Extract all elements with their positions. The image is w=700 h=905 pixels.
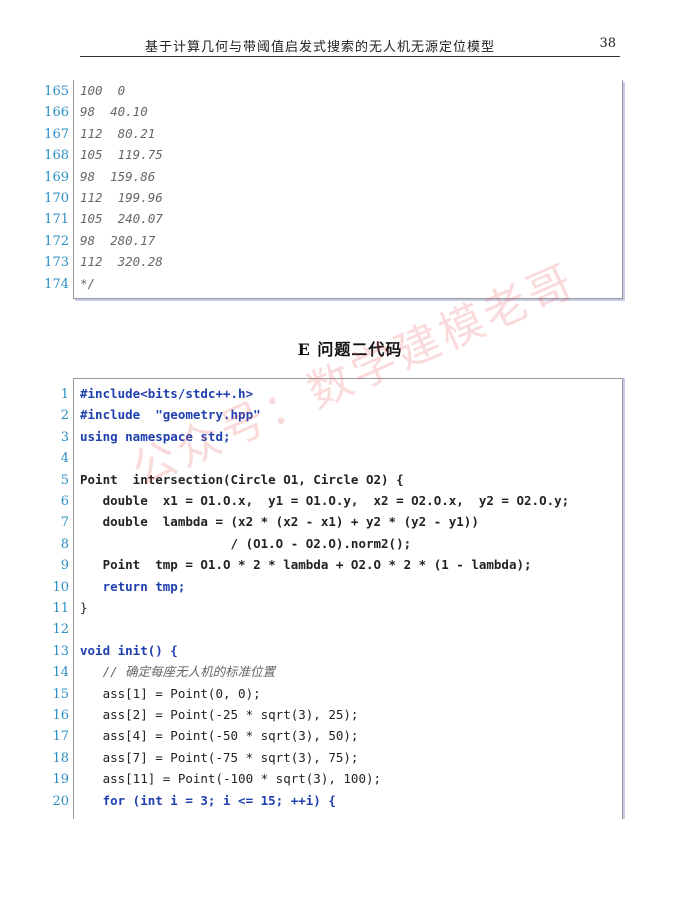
code-line: 6 double x1 = O1.O.x, y1 = O1.O.y, x2 = … xyxy=(1,490,569,511)
code-line: 4 xyxy=(1,447,80,468)
line-number: 17 xyxy=(52,729,69,745)
line-number: 3 xyxy=(60,429,69,445)
code-line: 168 105 119.75 xyxy=(1,144,163,165)
line-number: 15 xyxy=(52,686,69,702)
code-text: ass[1] = Point(0, 0); xyxy=(80,685,261,701)
code-line: 12 xyxy=(1,618,80,639)
code-text: 98 159.86 xyxy=(80,168,156,184)
code-listing-continued: 165 100 0 166 98 40.10 167 112 80.21 168 105… xyxy=(44,80,623,299)
code-text: */ xyxy=(80,275,96,291)
line-number: 166 xyxy=(44,105,69,121)
code-line: 169 98 159.86 xyxy=(1,166,155,187)
code-line: 9 Point tmp = O1.O * 2 * lambda + O2.O *… xyxy=(1,554,532,575)
code-text: } xyxy=(80,600,88,615)
code-text: ass[2] = Point(-25 * sqrt(3), 25); xyxy=(80,707,359,722)
code-text: 112 199.96 xyxy=(80,190,163,205)
line-number: 20 xyxy=(52,793,69,809)
code-text: #include "geometry.hpp" xyxy=(80,407,261,423)
code-text: for (int i = 3; i <= 15; ++i) { xyxy=(80,792,336,808)
code-line: 13 void init() { xyxy=(1,640,178,661)
line-number: 174 xyxy=(44,276,69,292)
page-number: 38 xyxy=(599,36,616,51)
line-number: 168 xyxy=(44,148,69,164)
code-line: 170 112 199.96 xyxy=(1,187,163,208)
code-text: double lambda = (x2 * (x2 - x1) + y2 * (… xyxy=(80,514,479,530)
header-title: 基于计算几何与带阈值启发式搜索的无人机无源定位模型 xyxy=(144,40,495,55)
code-text: 98 280.17 xyxy=(80,232,156,248)
code-text: 100 0 xyxy=(80,83,126,98)
code-line: 167 112 80.21 xyxy=(1,123,155,144)
line-number: 2 xyxy=(60,408,69,424)
line-number: 9 xyxy=(60,558,69,574)
line-number: 169 xyxy=(44,169,69,185)
code-line: 8 / (O1.O - O2.O).norm2(); xyxy=(1,533,411,554)
code-text: Point tmp = O1.O * 2 * lambda + O2.O * 2… xyxy=(80,557,532,573)
code-text: ass[4] = Point(-50 * sqrt(3), 50); xyxy=(80,728,359,744)
page-header: 基于计算几何与带阈值启发式搜索的无人机无源定位模型 38 xyxy=(80,36,620,57)
code-text: 105 240.07 xyxy=(80,211,163,227)
line-number: 10 xyxy=(52,579,69,595)
section-heading: E 问题二代码 xyxy=(297,340,403,359)
code-text: / (O1.O - O2.O).norm2(); xyxy=(80,535,412,551)
code-line: 17 ass[4] = Point(-50 * sqrt(3), 50); xyxy=(1,725,358,746)
code-text: // 确定每座无人机的标准位置 xyxy=(80,664,276,680)
code-text: return tmp; xyxy=(80,578,186,594)
code-line: 11} xyxy=(1,597,88,618)
code-text: 105 119.75 xyxy=(80,147,163,163)
code-line: 171 105 240.07 xyxy=(1,208,163,229)
line-number: 165 xyxy=(44,84,69,99)
line-number: 13 xyxy=(52,643,69,659)
code-text: void init() { xyxy=(80,642,178,658)
code-text: 112 80.21 xyxy=(80,125,156,141)
code-line: 15 ass[1] = Point(0, 0); xyxy=(1,683,261,704)
line-number: 167 xyxy=(44,126,69,142)
line-number: 18 xyxy=(52,750,69,766)
code-text: 98 40.10 xyxy=(80,104,148,120)
line-number: 14 xyxy=(52,665,69,681)
code-line: 10 return tmp; xyxy=(1,576,185,597)
line-number: 170 xyxy=(44,191,69,206)
line-number: 6 xyxy=(60,494,69,509)
line-number: 172 xyxy=(44,233,69,249)
code-line: 5 Point intersection(Circle O1, Circle O2… xyxy=(1,469,404,490)
line-number: 16 xyxy=(52,708,69,723)
code-line: 3 using namespace std; xyxy=(1,426,231,447)
code-line: 7 double lambda = (x2 * (x2 - x1) + y2 *… xyxy=(1,511,479,532)
line-number: 173 xyxy=(44,255,69,271)
code-line: 18 ass[7] = Point(-75 * sqrt(3), 75); xyxy=(1,747,358,768)
code-line: 2 #include "geometry.hpp" xyxy=(1,404,261,425)
code-line: 166 98 40.10 xyxy=(1,101,148,122)
code-text: ass[11] = Point(-100 * sqrt(3), 100); xyxy=(80,771,382,787)
code-line: 173 112 320.28 xyxy=(1,251,163,272)
code-line: 19 ass[11] = Point(-100 * sqrt(3), 100); xyxy=(1,768,381,789)
line-number: 5 xyxy=(60,472,69,488)
code-line: 16 ass[2] = Point(-25 * sqrt(3), 25); xyxy=(1,704,358,725)
line-number: 8 xyxy=(60,536,69,552)
line-number: 171 xyxy=(44,212,69,228)
code-line: 172 98 280.17 xyxy=(1,230,155,251)
code-text: Point intersection(Circle O1, Circle O2)… xyxy=(80,471,404,487)
line-number: 12 xyxy=(52,622,69,638)
code-text: double x1 = O1.O.x, y1 = O1.O.y, x2 = O2… xyxy=(80,493,570,508)
code-line: 14 // 确定每座无人机的标准位置 xyxy=(1,661,275,682)
line-number: 19 xyxy=(52,772,69,788)
code-text: #include<bits/stdc++.h> xyxy=(80,386,254,401)
code-text: using namespace std; xyxy=(80,428,231,444)
code-text: 112 320.28 xyxy=(80,254,163,270)
line-number: 11 xyxy=(52,601,69,616)
code-line: 165 100 0 xyxy=(1,80,125,101)
line-number: 1 xyxy=(60,387,69,402)
code-listing: 1 #include<bits/stdc++.h> 2 #include "geom… xyxy=(52,378,623,819)
code-line: 20 for (int i = 3; i <= 15; ++i) { xyxy=(1,790,336,811)
code-text: ass[7] = Point(-75 * sqrt(3), 75); xyxy=(80,749,359,765)
line-number: 7 xyxy=(60,515,69,531)
code-line: 1 #include<bits/stdc++.h> xyxy=(1,383,253,404)
code-line: 174 */ xyxy=(1,273,95,294)
line-number: 4 xyxy=(60,451,69,467)
